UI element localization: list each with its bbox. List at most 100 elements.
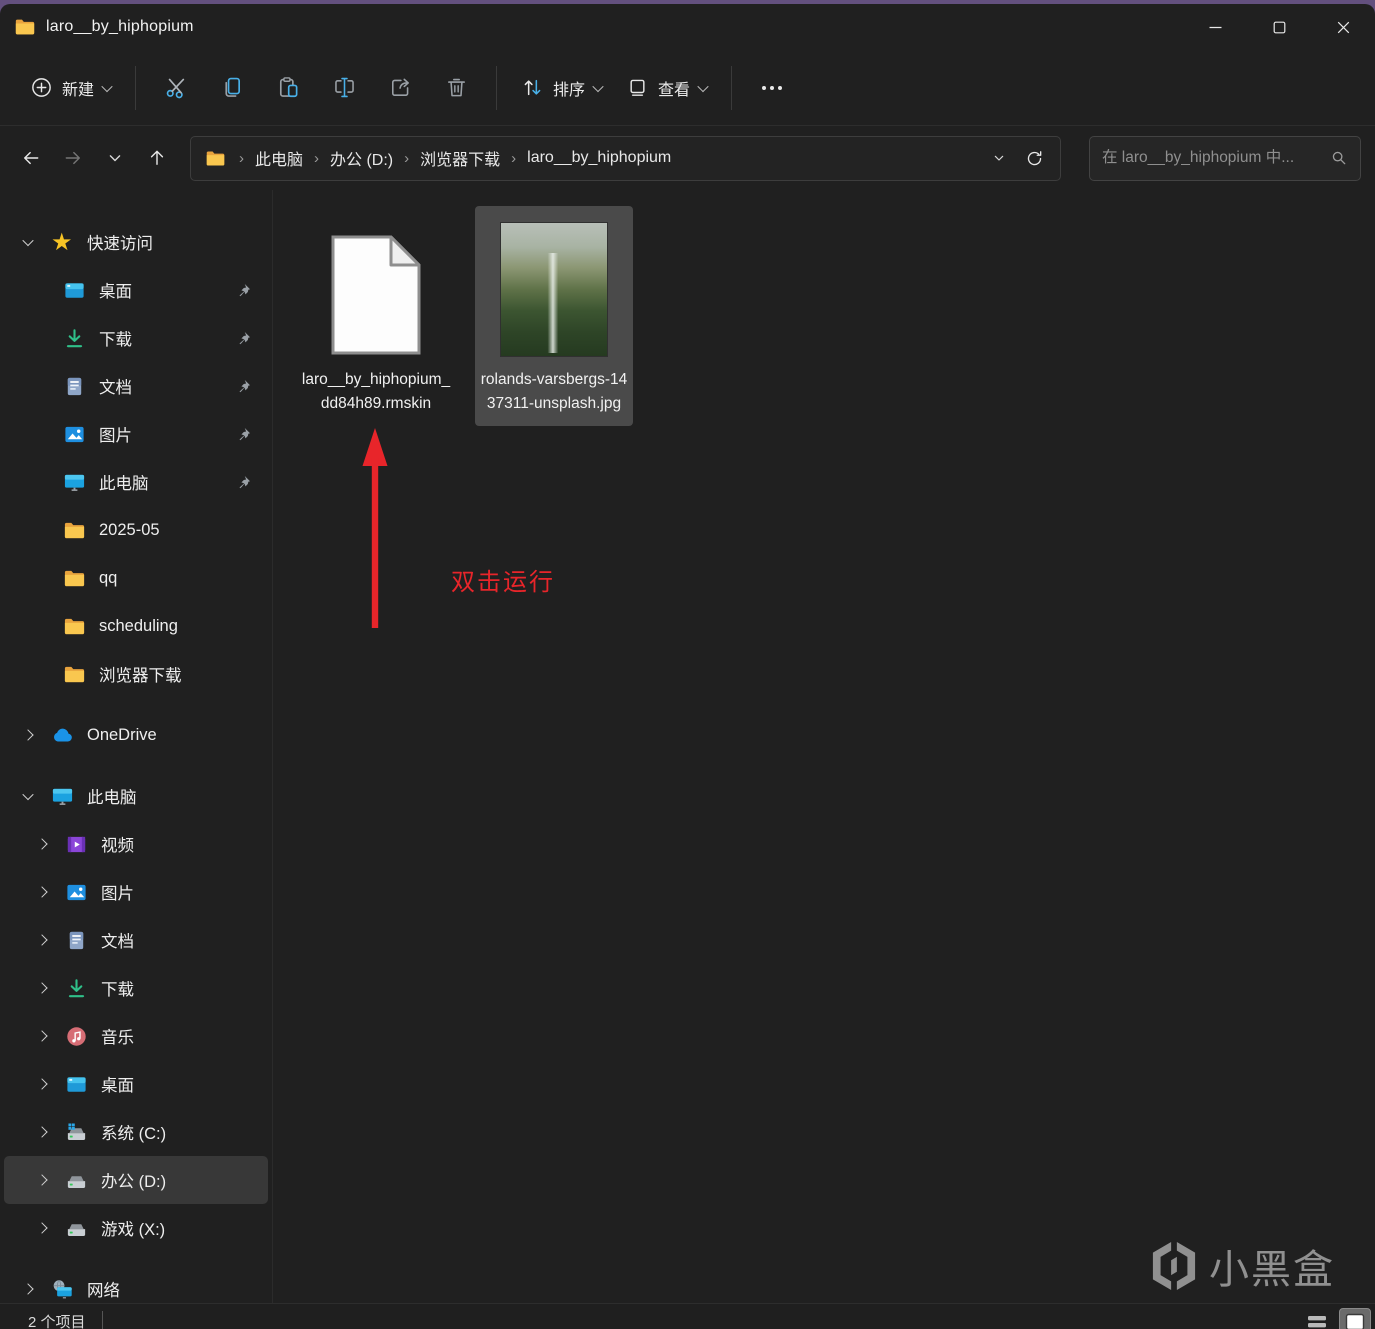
sidebar-item-label: 桌面 [101,1077,134,1095]
sidebar-item-2025-05[interactable]: 2025-05 [4,506,268,554]
sidebar-item-downloads-pc[interactable]: 下载 [4,964,268,1012]
cut-button[interactable] [148,65,204,111]
music-icon [67,1026,86,1046]
up-button[interactable] [136,138,178,178]
network-icon [53,1279,72,1298]
sidebar-item-documents-pc[interactable]: 文档 [4,916,268,964]
window-title: laro__by_hiphopium [46,18,194,35]
chevron-right-icon[interactable] [34,1078,50,1090]
sidebar-section-onedrive[interactable]: OneDrive [4,711,268,759]
sidebar-item-label: scheduling [99,616,178,635]
chevron-right-icon[interactable] [34,1174,50,1186]
sidebar-item-pictures[interactable]: 图片 [4,410,268,458]
breadcrumb-browser-downloads[interactable]: 浏览器下载 [414,142,506,174]
close-button[interactable] [1311,4,1375,50]
pin-icon [239,283,251,296]
rename-button[interactable] [316,65,372,111]
new-button[interactable]: 新建 [18,67,123,109]
chevron-right-icon[interactable] [34,838,50,850]
share-icon [391,78,409,96]
sidebar-section-quick-access[interactable]: ★ 快速访问 [4,218,268,266]
sidebar-item-label: 浏览器下载 [99,667,182,685]
sidebar-item-videos[interactable]: 视频 [4,820,268,868]
sidebar-item-qq[interactable]: qq [4,554,268,602]
chevron-right-icon[interactable] [34,886,50,898]
chevron-down-icon [592,80,604,92]
sidebar-item-desktop[interactable]: 桌面 [4,266,268,314]
sidebar-item-label: 图片 [99,427,132,445]
monitor-icon [52,788,73,805]
more-icon [762,85,783,90]
copy-button[interactable] [204,65,260,111]
sidebar-item-desktop-pc[interactable]: 桌面 [4,1060,268,1108]
up-arrow-icon [150,150,164,165]
sidebar-item-music[interactable]: 音乐 [4,1012,268,1060]
breadcrumb-drive-d[interactable]: 办公 (D:) [324,142,399,174]
minimize-button[interactable] [1183,4,1247,50]
chevron-down-icon[interactable] [20,788,36,801]
chevron-right-icon[interactable] [34,982,50,994]
chevron-right-icon[interactable] [20,729,36,741]
forward-button[interactable] [52,138,94,178]
sidebar-section-network[interactable]: 网络 [4,1265,268,1303]
sidebar-item-documents[interactable]: 文档 [4,362,268,410]
folder-icon [64,666,85,682]
sidebar-item-downloads[interactable]: 下载 [4,314,268,362]
recent-locations-button[interactable] [94,138,136,178]
address-dropdown-icon[interactable] [991,150,1007,166]
onedrive-cloud-icon [54,728,72,741]
explorer-window: laro__by_hiphopium 新建 排序 查看 › 此电脑 › 办公 (… [0,4,1375,1329]
chevron-right-icon[interactable] [20,1283,36,1295]
breadcrumb-current-folder[interactable]: laro__by_hiphopium [521,145,677,171]
chevron-right-icon[interactable] [34,934,50,946]
maximize-button[interactable] [1247,4,1311,50]
large-icons-view-icon [1345,1313,1365,1329]
delete-button[interactable] [428,65,484,111]
sidebar-section-label: 快速访问 [87,235,153,253]
file-list-area: laro__by_hiphopium_dd84h89.rmskin roland… [273,190,1375,1303]
paste-icon [279,77,297,98]
search-input[interactable] [1102,149,1322,167]
chevron-right-icon[interactable] [34,1030,50,1042]
chevron-down-icon [697,80,709,92]
file-name: laro__by_hiphopium_dd84h89.rmskin [301,371,451,412]
address-bar[interactable]: › 此电脑 › 办公 (D:) › 浏览器下载 › laro__by_hipho… [190,135,1061,181]
trash-icon [447,78,465,97]
sidebar-item-drive-d[interactable]: 办公 (D:) [4,1156,268,1204]
back-button[interactable] [10,138,52,178]
command-bar: 新建 排序 查看 [0,50,1375,126]
chevron-down-icon[interactable] [20,234,36,247]
file-name: rolands-varsbergs-1437311-unsplash.jpg [480,371,628,412]
sidebar-item-browser-downloads[interactable]: 浏览器下载 [4,650,268,698]
paste-button[interactable] [260,65,316,111]
document-icon [67,377,82,395]
sidebar-item-drive-x[interactable]: 游戏 (X:) [4,1204,268,1252]
sidebar-item-scheduling[interactable]: scheduling [4,602,268,650]
sidebar-section-label: OneDrive [87,725,157,744]
share-button[interactable] [372,65,428,111]
view-button[interactable]: 查看 [614,67,719,109]
file-tile-rmskin[interactable]: laro__by_hiphopium_dd84h89.rmskin [297,206,455,426]
star-icon: ★ [51,228,73,256]
sort-button[interactable]: 排序 [509,67,614,109]
details-view-button[interactable] [1301,1308,1333,1329]
large-icons-view-button[interactable] [1339,1308,1371,1329]
file-page-icon [331,235,421,355]
more-options-button[interactable] [744,65,800,111]
toolbar-divider [731,65,733,110]
sidebar-item-this-pc-pinned[interactable]: 此电脑 [4,458,268,506]
sidebar-item-drive-c[interactable]: 系统 (C:) [4,1108,268,1156]
breadcrumb-this-pc[interactable]: 此电脑 [249,142,309,174]
file-tile-jpg[interactable]: rolands-varsbergs-1437311-unsplash.jpg [475,206,633,426]
sidebar-section-this-pc[interactable]: 此电脑 [4,772,268,820]
watermark: 小黑盒 [1151,1237,1335,1295]
chevron-right-icon[interactable] [34,1222,50,1234]
download-icon [66,328,83,347]
chevron-right-icon[interactable] [34,1126,50,1138]
search-box[interactable] [1089,135,1361,181]
sidebar-item-label: 下载 [99,331,132,349]
refresh-icon[interactable] [1025,149,1044,168]
view-icon [630,79,645,96]
folder-icon [64,522,85,538]
sidebar-item-pictures-pc[interactable]: 图片 [4,868,268,916]
